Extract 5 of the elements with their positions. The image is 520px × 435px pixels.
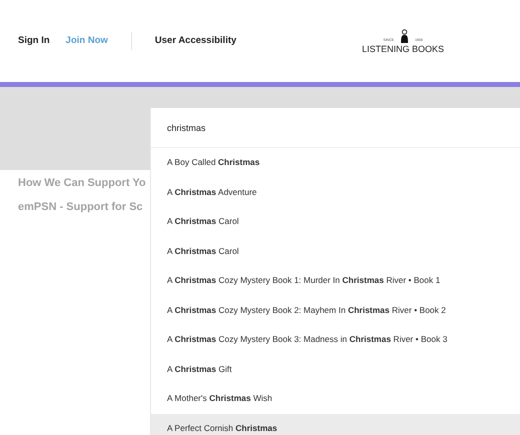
logo-text: LISTENING BOOKS <box>362 44 444 54</box>
nav-link[interactable]: Sign In <box>18 34 50 48</box>
nav-link[interactable]: User Accessibility <box>154 34 236 48</box>
figure-icon <box>400 28 409 42</box>
search-result[interactable]: A Perfect Cornish Christmas <box>151 414 520 435</box>
